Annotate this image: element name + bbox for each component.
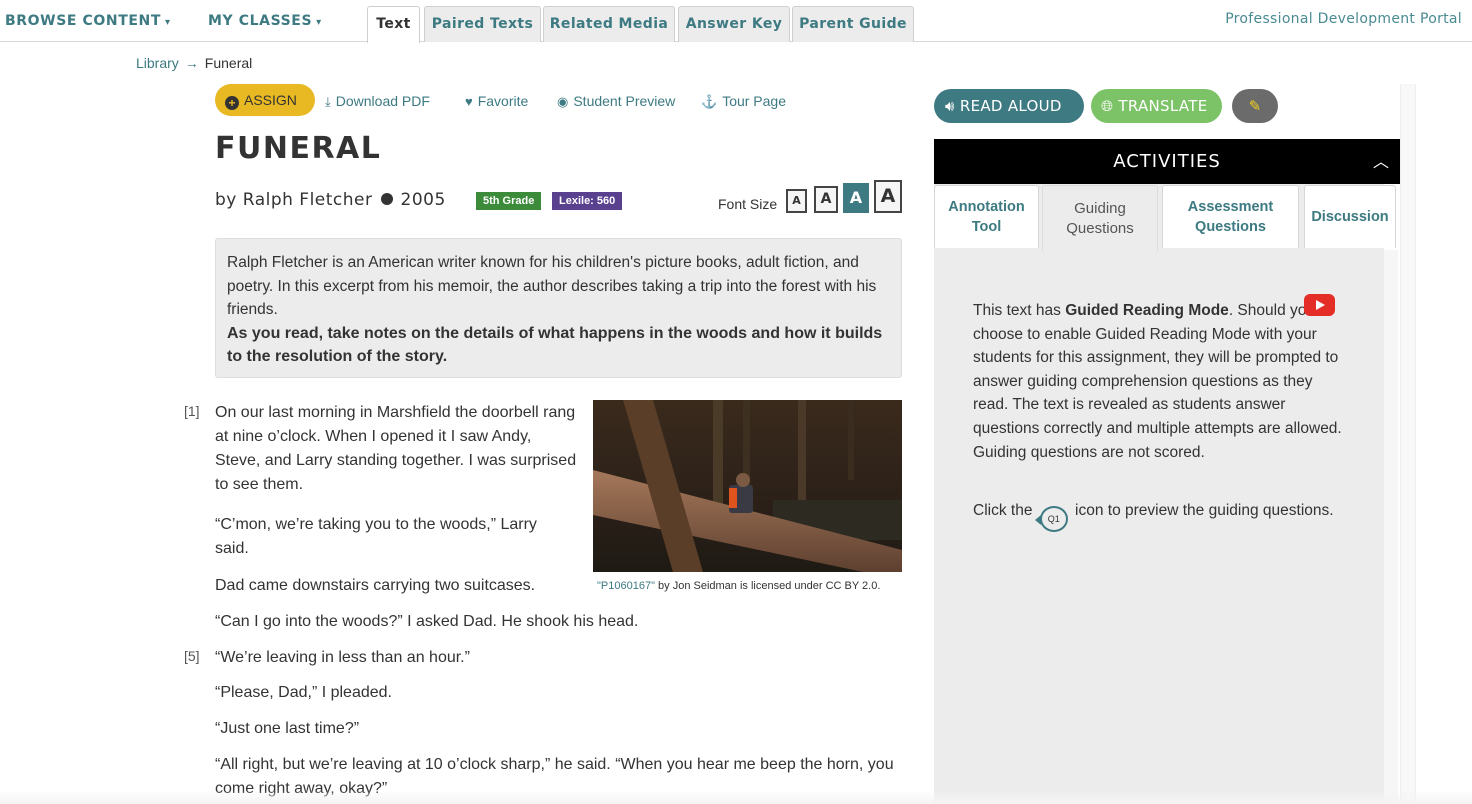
activities-header[interactable]: ACTIVITIES ︿ [934,139,1400,184]
paragraph: “Can I go into the woods?” I asked Dad. … [215,613,639,630]
read-aloud-label: READ ALOUD [959,97,1062,115]
assign-label: ASSIGN [244,92,297,108]
guiding-questions-hint: Click the Q1 icon to preview the guiding… [973,499,1343,532]
font-size-large-button[interactable]: A [843,183,869,213]
q1-guiding-question-icon: Q1 [1034,506,1068,532]
panel-scrollbar[interactable] [1384,250,1398,804]
my-classes-label: MY CLASSES [208,13,313,29]
grade-badge: 5th Grade [476,192,542,210]
plus-circle-icon: + [225,96,239,110]
my-classes-menu[interactable]: MY CLASSES ▾ [208,13,322,29]
font-size-xlarge-button[interactable]: A [874,180,902,213]
download-pdf-label: Download PDF [335,93,430,109]
professional-development-portal-link[interactable]: Professional Development Portal [1225,11,1462,27]
activities-panel [934,184,1384,804]
tab-parent-guide[interactable]: Parent Guide [792,6,914,42]
intro-box: Ralph Fletcher is an American writer kno… [215,238,902,378]
image-license-text: by Jon Seidman is licensed under CC BY 2… [654,580,881,592]
speaker-icon: 🔊︎ [945,97,955,115]
tab-answer-key[interactable]: Answer Key [678,6,790,42]
paragraph: “C’mon, we’re taking you to the woods,” … [215,516,537,557]
paragraph: “Just one last time?” [215,720,360,737]
favorite-label: Favorite [477,93,529,109]
tab-paired-texts[interactable]: Paired Texts [424,6,541,42]
breadcrumb: Library → Funeral [136,55,252,71]
guided-reading-mode-emphasis: Guided Reading Mode [1065,302,1229,319]
year: 2005 [400,190,446,210]
chevron-up-icon[interactable]: ︿ [1373,139,1390,184]
tab-annotation-tool[interactable]: Annotation Tool [934,185,1039,248]
translate-button[interactable]: 🌐︎ TRANSLATE [1091,89,1222,123]
breadcrumb-current: Funeral [204,55,253,71]
author: by Ralph Fletcher [215,190,373,210]
pencil-icon: ✎ [1248,97,1262,115]
arrow-right-icon: → [184,55,199,71]
student-preview-link[interactable]: ◉ Student Preview [557,93,675,110]
bullet-dot-icon [380,193,393,205]
hint-pre: Click the [973,502,1037,519]
paragraph: Dad came downstairs carrying two suitcas… [215,577,536,594]
translate-label: TRANSLATE [1118,97,1208,115]
font-size-medium-button[interactable]: A [814,186,838,213]
forest-photo [593,400,902,572]
tab-related-media[interactable]: Related Media [543,6,675,42]
chevron-down-icon: ▾ [316,17,322,28]
intro-text: Ralph Fletcher is an American writer kno… [227,254,877,318]
tour-person-icon: ⚓ [701,94,718,109]
activities-title: ACTIVITIES [1113,151,1221,172]
forest-photo-illustration [593,400,902,572]
youtube-play-icon[interactable] [1304,294,1335,316]
highlighter-button[interactable]: ✎ [1232,89,1278,123]
read-aloud-button[interactable]: 🔊︎ READ ALOUD [934,89,1084,123]
image-source-link[interactable]: "P1060167" [597,580,655,592]
text-title: FUNERAL [215,131,382,166]
browse-content-label: BROWSE CONTENT [5,13,161,29]
lexile-badge: Lexile: 560 [552,192,623,210]
image-caption: "P1060167" by Jon Seidman is licensed un… [597,580,880,592]
download-pdf-link[interactable]: ⤓ Download PDF [325,93,430,110]
tour-page-link[interactable]: ⚓ Tour Page [701,93,786,110]
intro-prompt: As you read, take notes on the details o… [227,324,883,366]
top-nav: BROWSE CONTENT ▾ MY CLASSES ▾ Text Paired … [0,0,1472,43]
download-icon: ⤓ [325,94,331,109]
guided-reading-description: This text has Guided Reading Mode. Shoul… [973,299,1343,464]
hint-post: icon to preview the guiding questions. [1070,502,1334,519]
paragraph-number: [5] [184,648,200,664]
paragraph: “Please, Dad,” I pleaded. [215,684,392,701]
font-size-label: Font Size [718,196,778,212]
paragraph: On our last morning in Marshfield the do… [215,404,577,493]
paragraph-number: [1] [184,403,200,419]
favorite-link[interactable]: ♥ Favorite [465,93,528,109]
browse-content-menu[interactable]: BROWSE CONTENT ▾ [5,13,171,29]
page-scrollbar[interactable] [1400,84,1416,804]
byline: by Ralph Fletcher 2005 [215,190,446,210]
guided-text-pre: This text has [973,302,1066,319]
tab-guiding-questions[interactable]: Guiding Questions [1042,185,1158,251]
tab-discussion[interactable]: Discussion [1304,185,1396,248]
tab-text[interactable]: Text [367,6,420,43]
student-preview-label: Student Preview [573,93,676,109]
eye-icon: ◉ [557,94,569,109]
breadcrumb-library[interactable]: Library [136,55,179,71]
assign-button[interactable]: + ASSIGN [215,84,315,116]
heart-plus-icon: ♥ [465,94,473,109]
tour-page-label: Tour Page [722,93,787,109]
guided-text-post: . Should you choose to enable Guided Rea… [973,302,1342,461]
paragraph: “We’re leaving in less than an hour.” [215,649,470,666]
tab-assessment-questions[interactable]: Assessment Questions [1162,185,1299,248]
globe-icon: 🌐︎ [1101,97,1114,115]
font-size-small-button[interactable]: A [786,189,807,213]
bottom-fade [0,790,1472,804]
chevron-down-icon: ▾ [165,17,171,28]
